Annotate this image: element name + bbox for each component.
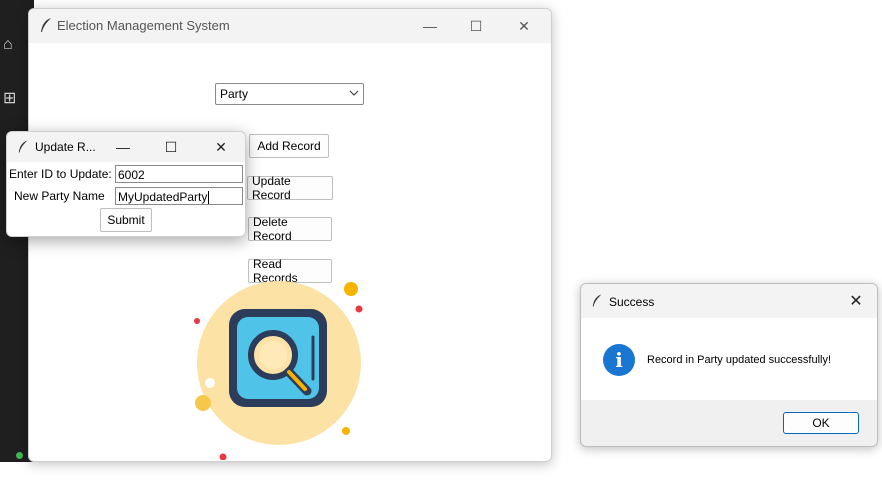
id-field-value: 6002 [118, 168, 145, 182]
close-button[interactable]: ✕ [501, 9, 547, 43]
success-dialog: Success ✕ i Record in Party updated succ… [580, 283, 878, 447]
success-dialog-title: Success [609, 295, 655, 309]
update-dialog-maximize-button[interactable]: ☐ [151, 132, 191, 162]
update-dialog-close-button[interactable]: ✕ [201, 132, 241, 162]
info-icon: i [603, 344, 635, 376]
update-dialog-title: Update R... [35, 140, 96, 154]
success-dialog-body: i Record in Party updated successfully! [581, 318, 877, 400]
chevron-down-icon [349, 90, 359, 96]
table-select[interactable]: Party [215, 83, 364, 105]
party-name-label: New Party Name [14, 189, 105, 203]
update-dialog-minimize-button[interactable]: — [103, 132, 143, 162]
delete-record-button[interactable]: Delete Record [248, 215, 332, 243]
success-dialog-close-button[interactable]: ✕ [841, 286, 871, 316]
text-caret [208, 191, 210, 205]
main-titlebar: Election Management System — ☐ ✕ [29, 9, 551, 43]
minimize-button[interactable]: — [407, 9, 453, 43]
update-record-dialog: Update R... — ☐ ✕ Enter ID to Update: 60… [6, 131, 246, 237]
feather-icon [18, 140, 28, 153]
table-select-value: Party [220, 87, 249, 101]
status-dot-icon [16, 452, 23, 459]
maximize-button[interactable]: ☐ [453, 9, 499, 43]
update-dialog-titlebar: Update R... — ☐ ✕ [7, 132, 245, 162]
success-message: Record in Party updated successfully! [647, 354, 832, 366]
party-name-field[interactable]: MyUpdatedParty [115, 187, 243, 205]
ok-button[interactable]: OK [783, 412, 859, 434]
party-name-field-value: MyUpdatedParty [118, 190, 208, 204]
id-field[interactable]: 6002 [115, 165, 243, 183]
main-window-title: Election Management System [57, 18, 230, 33]
feather-icon [41, 18, 51, 32]
success-dialog-titlebar: Success ✕ [581, 284, 877, 318]
folder-icon: ⌂ [3, 36, 13, 53]
feather-icon [592, 294, 602, 307]
extensions-icon: ⊞ [3, 90, 17, 107]
id-label: Enter ID to Update: [9, 167, 112, 181]
search-illustration [194, 281, 363, 460]
update-record-button[interactable]: Update Record [247, 174, 333, 202]
add-record-button[interactable]: Add Record [249, 134, 329, 158]
submit-button[interactable]: Submit [100, 208, 152, 232]
